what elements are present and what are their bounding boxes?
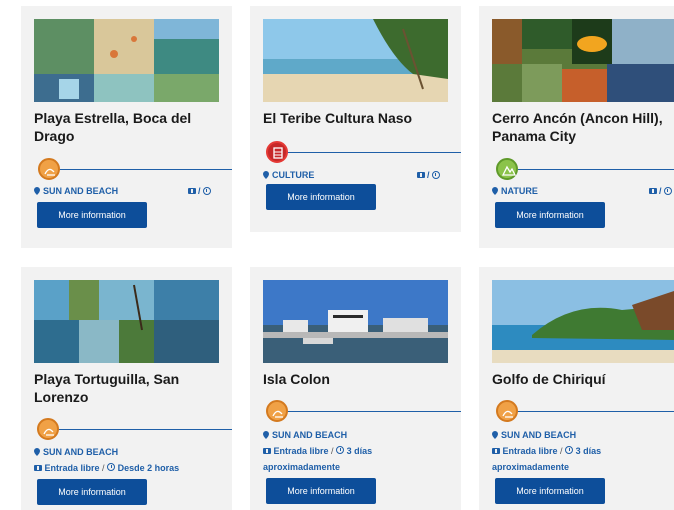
more-information-button[interactable]: More information: [266, 184, 376, 210]
separator: /: [427, 170, 430, 180]
category-label: CULTURE: [263, 170, 314, 180]
attraction-card: Isla Colon SUN AND BEACH Entrada libre /…: [250, 267, 461, 510]
card-title-line[interactable]: Drago: [34, 127, 229, 145]
clock-icon: [107, 463, 116, 471]
entry-duration: Entrada libre / Desde 2 horas: [34, 460, 224, 476]
attraction-card: Playa Tortuguilla, San Lorenzo SUN AND B…: [21, 267, 232, 510]
separator: /: [331, 446, 334, 456]
duration-text: Desde 2 horas: [117, 463, 180, 473]
clock-icon: [663, 187, 672, 195]
more-information-button[interactable]: More information: [37, 479, 147, 505]
more-information-button[interactable]: More information: [37, 202, 147, 228]
ticket-icon: [649, 188, 657, 194]
clock-icon: [202, 187, 211, 195]
card-title-line[interactable]: Playa Tortuguilla, San: [34, 370, 229, 388]
culture-icon: [266, 141, 288, 163]
more-information-button[interactable]: More information: [266, 478, 376, 504]
card-title-line[interactable]: Panama City: [492, 127, 674, 145]
location-pin-icon: [263, 171, 269, 179]
card-title[interactable]: Playa Estrella, Boca del Drago: [34, 109, 229, 145]
beach-icon: [37, 418, 59, 440]
ticket-icon: [263, 448, 271, 454]
separator: /: [560, 446, 563, 456]
card-image[interactable]: [263, 280, 448, 363]
location-pin-icon: [34, 187, 40, 195]
location-pin-icon: [492, 187, 498, 195]
location-pin-icon: [34, 448, 40, 456]
divider: [515, 169, 674, 170]
nature-icon: [496, 158, 518, 180]
attraction-card: Golfo de Chiriquí SUN AND BEACH Entrada …: [479, 267, 674, 510]
card-image[interactable]: [263, 19, 448, 102]
clock-icon: [431, 171, 440, 179]
category-label: SUN AND BEACH: [34, 447, 118, 457]
card-image[interactable]: [34, 19, 219, 102]
category-label: NATURE: [492, 186, 538, 196]
divider: [515, 411, 674, 412]
more-information-button[interactable]: More information: [495, 478, 605, 504]
attraction-card: Cerro Ancón (Ancon Hill), Panama City NA…: [479, 6, 674, 248]
card-title-line[interactable]: Golfo de Chiriquí: [492, 370, 674, 388]
attraction-card: El Teribe Cultura Naso CULTURE / More in…: [250, 6, 461, 232]
card-title-line[interactable]: Isla Colon: [263, 370, 458, 388]
info-icons: /: [417, 170, 440, 180]
card-title[interactable]: El Teribe Cultura Naso: [263, 109, 458, 127]
divider: [284, 411, 461, 412]
entry-text: Entrada libre: [502, 446, 558, 456]
divider: [284, 152, 461, 153]
card-image[interactable]: [34, 280, 219, 363]
category-label: SUN AND BEACH: [492, 430, 576, 440]
clock-icon: [336, 446, 345, 454]
card-title[interactable]: Golfo de Chiriquí: [492, 370, 674, 388]
divider: [55, 429, 232, 430]
ticket-icon: [188, 188, 196, 194]
card-title[interactable]: Playa Tortuguilla, San Lorenzo: [34, 370, 229, 406]
info-icons: /: [649, 186, 672, 196]
divider: [55, 169, 232, 170]
duration-text: 3 días: [575, 446, 602, 456]
beach-icon: [496, 400, 518, 422]
card-image[interactable]: [492, 19, 674, 102]
attraction-card: Playa Estrella, Boca del Drago SUN AND B…: [21, 6, 232, 248]
info-icons: /: [188, 186, 211, 196]
entry-duration: Entrada libre / 3 días aproximadamente: [263, 443, 453, 475]
card-title-line[interactable]: El Teribe Cultura Naso: [263, 109, 458, 127]
beach-icon: [38, 158, 60, 180]
separator: /: [102, 463, 105, 473]
entry-duration: Entrada libre / 3 días aproximadamente: [492, 443, 674, 475]
card-title-line[interactable]: Lorenzo: [34, 388, 229, 406]
separator: /: [659, 186, 662, 196]
category-label: SUN AND BEACH: [34, 186, 118, 196]
location-pin-icon: [263, 431, 269, 439]
clock-icon: [565, 446, 574, 454]
location-pin-icon: [492, 431, 498, 439]
ticket-icon: [34, 465, 42, 471]
beach-icon: [266, 400, 288, 422]
card-title[interactable]: Cerro Ancón (Ancon Hill), Panama City: [492, 109, 674, 145]
card-title-line[interactable]: Playa Estrella, Boca del: [34, 109, 229, 127]
duration-text-cont: aproximadamente: [492, 462, 570, 472]
ticket-icon: [492, 448, 500, 454]
more-information-button[interactable]: More information: [495, 202, 605, 228]
entry-text: Entrada libre: [273, 446, 329, 456]
entry-text: Entrada libre: [44, 463, 100, 473]
duration-text-cont: aproximadamente: [263, 462, 341, 472]
card-image[interactable]: [492, 280, 674, 363]
category-label: SUN AND BEACH: [263, 430, 347, 440]
card-title-line[interactable]: Cerro Ancón (Ancon Hill),: [492, 109, 674, 127]
card-title[interactable]: Isla Colon: [263, 370, 458, 388]
separator: /: [198, 186, 201, 196]
ticket-icon: [417, 172, 425, 178]
duration-text: 3 días: [346, 446, 373, 456]
